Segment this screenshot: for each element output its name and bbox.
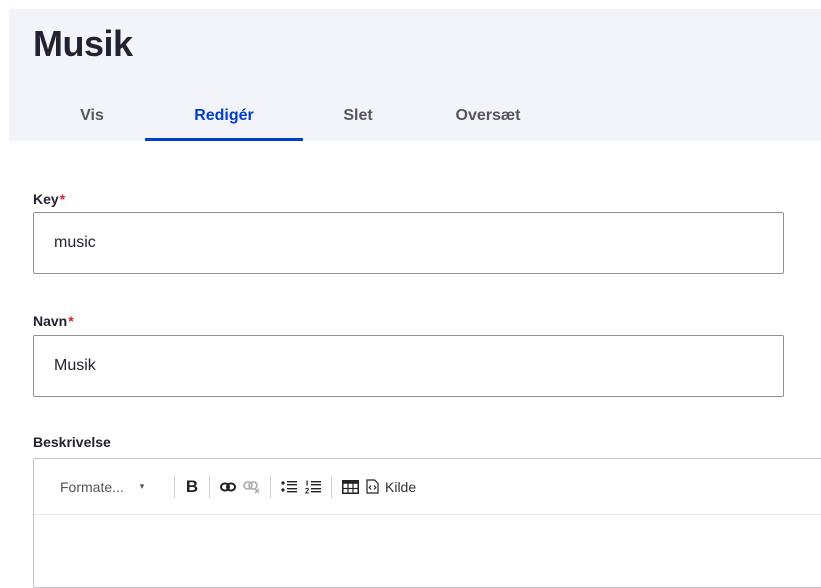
name-required-marker: * bbox=[68, 313, 74, 329]
key-label-text: Key bbox=[33, 191, 59, 207]
toolbar-separator bbox=[174, 475, 175, 498]
name-label-text: Navn bbox=[33, 313, 68, 329]
source-button[interactable]: Kilde bbox=[362, 472, 416, 502]
numbered-list-icon bbox=[305, 480, 321, 493]
link-icon bbox=[220, 482, 236, 491]
key-required-marker: * bbox=[59, 191, 66, 207]
numbered-list-button[interactable] bbox=[301, 472, 325, 502]
key-input[interactable] bbox=[33, 212, 784, 274]
table-button[interactable] bbox=[338, 472, 362, 502]
bulleted-list-button[interactable] bbox=[277, 472, 301, 502]
tab-oversaet[interactable]: Oversæt bbox=[413, 91, 563, 141]
unlink-button[interactable] bbox=[240, 472, 264, 502]
bold-button[interactable]: B bbox=[181, 472, 203, 502]
link-button[interactable] bbox=[216, 472, 240, 502]
key-label: Key* bbox=[33, 191, 65, 207]
chevron-down-icon: ▾ bbox=[139, 481, 145, 491]
table-icon bbox=[341, 479, 359, 494]
tab-vis[interactable]: Vis bbox=[17, 91, 145, 141]
format-dropdown-label: Formate... bbox=[60, 478, 124, 495]
format-dropdown[interactable]: Formate... ▾ bbox=[60, 472, 168, 502]
tab-rediger[interactable]: Redigér bbox=[145, 91, 303, 141]
description-editor: Formate... ▾ B Kilde bbox=[33, 458, 821, 588]
toolbar-separator bbox=[270, 475, 271, 498]
source-code-icon bbox=[366, 479, 379, 494]
unlink-icon bbox=[243, 480, 260, 493]
editor-content-area[interactable] bbox=[34, 515, 821, 587]
name-input[interactable] bbox=[33, 335, 784, 397]
source-button-label: Kilde bbox=[385, 478, 417, 495]
toolbar-separator bbox=[331, 475, 332, 498]
description-label: Beskrivelse bbox=[33, 434, 111, 450]
page-header: Musik Vis Redigér Slet Oversæt bbox=[9, 9, 821, 141]
tab-slet[interactable]: Slet bbox=[303, 91, 413, 141]
name-label: Navn* bbox=[33, 313, 74, 329]
editor-toolbar: Formate... ▾ B Kilde bbox=[34, 459, 821, 515]
bulleted-list-icon bbox=[281, 480, 297, 492]
page-title: Musik bbox=[33, 23, 133, 64]
toolbar-separator bbox=[209, 475, 210, 498]
primary-tabs: Vis Redigér Slet Oversæt bbox=[9, 91, 563, 141]
